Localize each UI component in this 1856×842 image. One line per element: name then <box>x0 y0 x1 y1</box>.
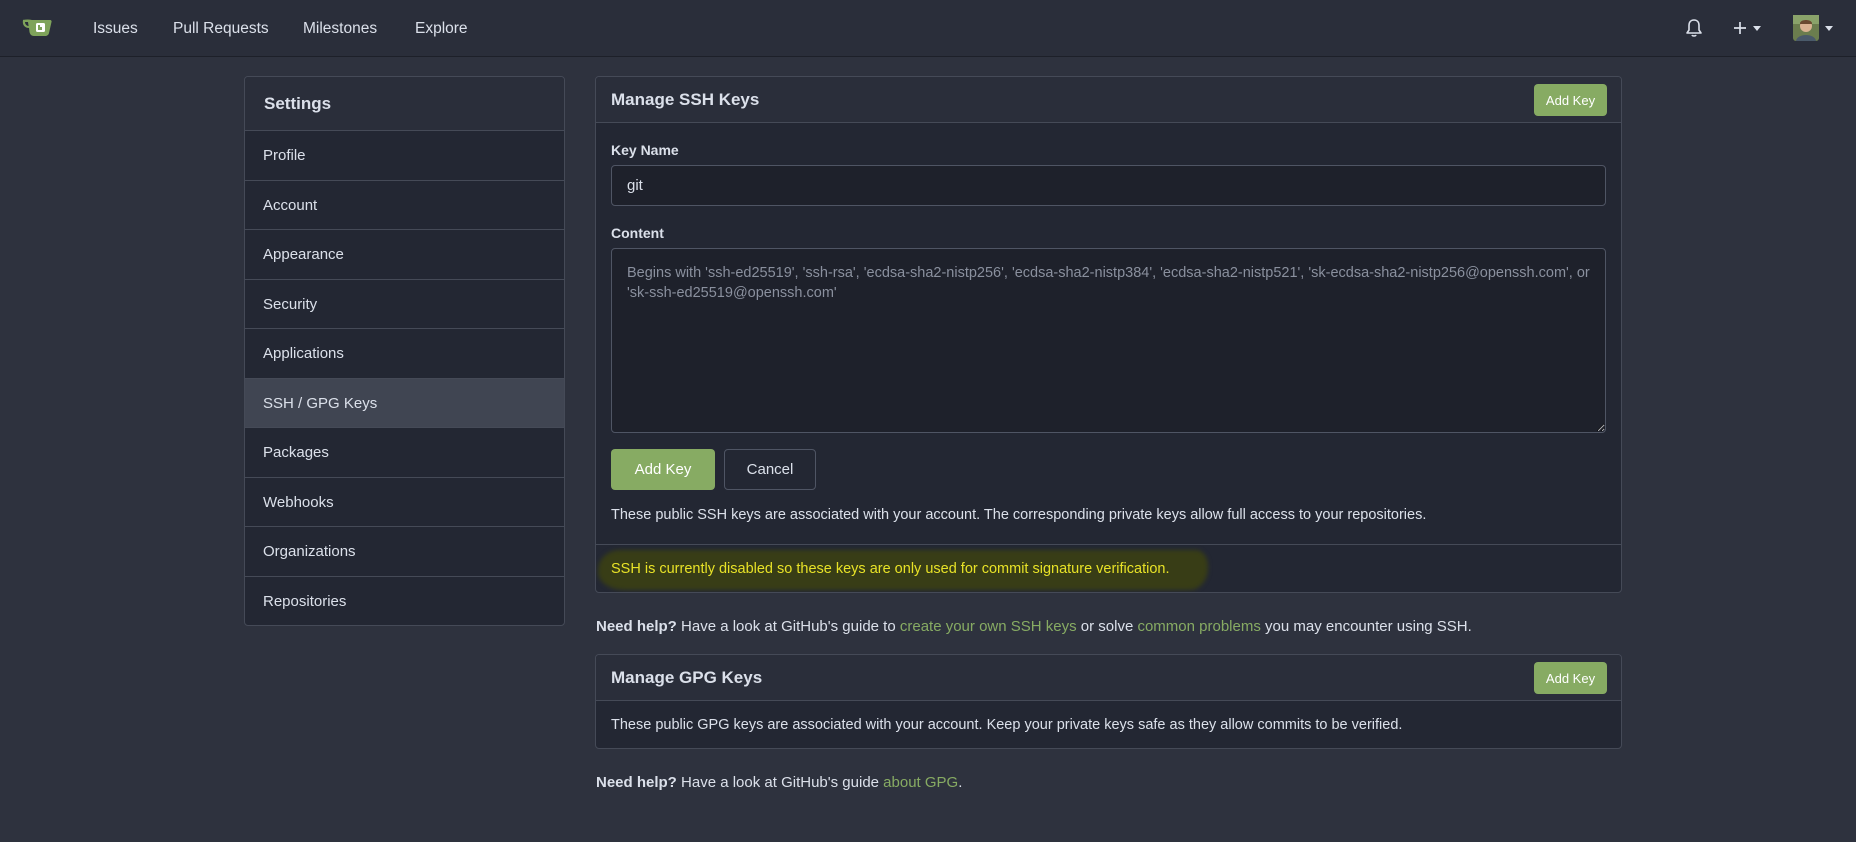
gpg-description: These public GPG keys are associated wit… <box>611 717 1403 733</box>
sidebar-item-webhooks[interactable]: Webhooks <box>245 478 564 527</box>
common-problems-link[interactable]: common problems <box>1137 618 1260 635</box>
gitea-logo-icon[interactable] <box>20 12 56 44</box>
create-ssh-keys-link[interactable]: create your own SSH keys <box>900 618 1077 635</box>
sidebar-item-ssh-gpg-keys[interactable]: SSH / GPG Keys <box>245 378 564 428</box>
sidebar-item-packages[interactable]: Packages <box>245 428 564 478</box>
sidebar-item-repositories[interactable]: Repositories <box>245 577 564 626</box>
ssh-keys-card: Manage SSH Keys Add Key Key Name Content… <box>595 76 1622 593</box>
gpg-help-bold: Need help? <box>596 774 677 791</box>
gpg-help-text: Need help? Have a look at GitHub's guide… <box>596 774 962 791</box>
sidebar-item-security[interactable]: Security <box>245 280 564 329</box>
ssh-help-bold: Need help? <box>596 618 677 635</box>
ssh-card-header: Manage SSH Keys Add Key <box>596 77 1621 123</box>
chevron-down-icon <box>1825 25 1833 31</box>
cancel-button[interactable]: Cancel <box>724 449 816 490</box>
sidebar-item-appearance[interactable]: Appearance <box>245 230 564 280</box>
ssh-add-key-header-button[interactable]: Add Key <box>1534 84 1607 116</box>
nav-milestones[interactable]: Milestones <box>303 0 377 57</box>
nav-pull-requests[interactable]: Pull Requests <box>173 0 269 57</box>
about-gpg-link[interactable]: about GPG <box>883 774 958 791</box>
content-label: Content <box>611 225 664 241</box>
notifications-button[interactable] <box>1685 14 1703 42</box>
key-name-label: Key Name <box>611 142 679 158</box>
ssh-help-text-3: you may encounter using SSH. <box>1260 618 1472 635</box>
bell-icon <box>1686 19 1702 37</box>
gpg-card-header: Manage GPG Keys Add Key <box>596 655 1621 701</box>
plus-icon <box>1734 22 1746 34</box>
key-name-input[interactable] <box>611 165 1606 206</box>
sidebar-item-organizations[interactable]: Organizations <box>245 527 564 577</box>
ssh-help-text-1: Have a look at GitHub's guide to <box>676 618 900 635</box>
ssh-help-text-2: or solve <box>1076 618 1138 635</box>
sidebar-item-applications[interactable]: Applications <box>245 329 564 379</box>
sidebar-item-profile[interactable]: Profile <box>245 131 564 181</box>
add-key-submit-button[interactable]: Add Key <box>611 449 715 490</box>
chevron-down-icon <box>1753 25 1761 31</box>
ssh-card-title: Manage SSH Keys <box>611 90 760 109</box>
nav-explore[interactable]: Explore <box>415 0 468 57</box>
avatar-icon <box>1793 15 1819 41</box>
gpg-card-title: Manage GPG Keys <box>611 668 763 687</box>
settings-sidebar: Settings Profile Account Appearance Secu… <box>244 76 565 626</box>
key-content-textarea[interactable] <box>611 248 1606 433</box>
nav-issues[interactable]: Issues <box>93 0 138 57</box>
ssh-disabled-warning-text: SSH is currently disabled so these keys … <box>611 561 1170 577</box>
sidebar-item-account[interactable]: Account <box>245 181 564 230</box>
ssh-help-text: Need help? Have a look at GitHub's guide… <box>596 618 1472 635</box>
ssh-disabled-warning: SSH is currently disabled so these keys … <box>596 544 1621 592</box>
top-navbar: Issues Pull Requests Milestones Explore <box>0 0 1856 57</box>
gpg-help-text-1: Have a look at GitHub's guide <box>676 774 884 791</box>
sidebar-title: Settings <box>245 77 564 131</box>
gpg-keys-card: Manage GPG Keys Add Key These public GPG… <box>595 654 1622 749</box>
ssh-description: These public SSH keys are associated wit… <box>611 507 1427 523</box>
create-new-dropdown[interactable] <box>1733 14 1761 42</box>
gpg-help-text-2: . <box>958 774 963 791</box>
user-menu-dropdown[interactable] <box>1793 14 1833 42</box>
gpg-add-key-header-button[interactable]: Add Key <box>1534 662 1607 694</box>
